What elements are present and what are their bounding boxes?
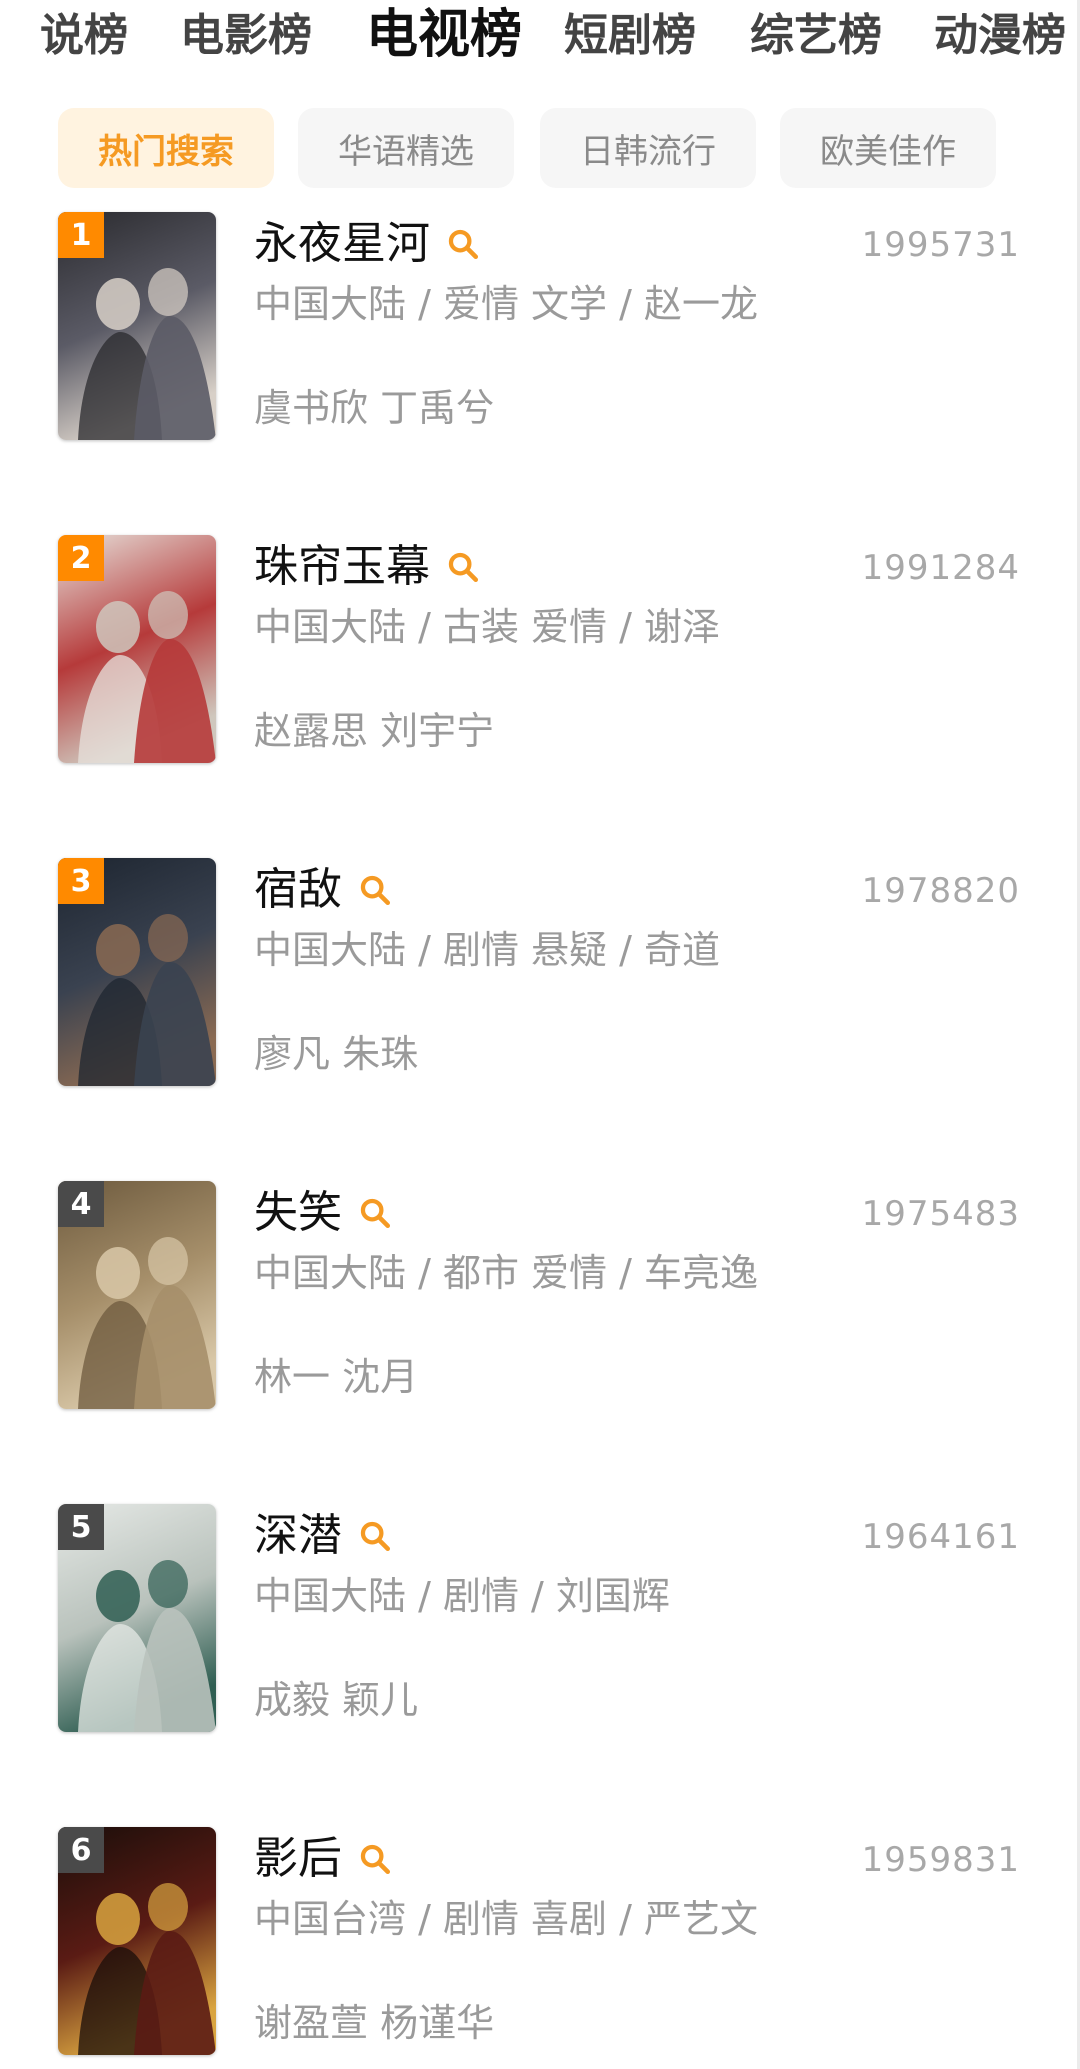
item-title[interactable]: 珠帘玉幕 bbox=[254, 535, 480, 599]
list-item[interactable]: 2 珠帘玉幕 1991284 中国大陆 / 古装 爱情 / 谢泽 赵露思 刘宇宁 bbox=[0, 535, 1080, 765]
filter-chip-2[interactable]: 日韩流行 bbox=[540, 108, 756, 188]
item-cast: 成毅 颖儿 bbox=[254, 1678, 419, 1722]
item-title[interactable]: 影后 bbox=[254, 1827, 392, 1891]
list-item[interactable]: 1 永夜星河 1995731 中国大陆 / 爱情 文学 / 赵一龙 虞书欣 丁禹兮 bbox=[0, 212, 1080, 442]
item-title-text: 宿敌 bbox=[254, 864, 342, 915]
item-meta: 中国台湾 / 剧情 喜剧 / 严艺文 bbox=[254, 1897, 759, 1941]
item-meta: 中国大陆 / 都市 爱情 / 车亮逸 bbox=[254, 1251, 759, 1295]
item-score: 1959831 bbox=[861, 1840, 1020, 1880]
list-item[interactable]: 6 影后 1959831 中国台湾 / 剧情 喜剧 / 严艺文 谢盈萱 杨谨华 bbox=[0, 1827, 1080, 2057]
item-title[interactable]: 永夜星河 bbox=[254, 212, 480, 276]
filter-chip-1[interactable]: 华语精选 bbox=[298, 108, 514, 188]
item-meta: 中国大陆 / 剧情 悬疑 / 奇道 bbox=[254, 928, 721, 972]
item-title[interactable]: 深潜 bbox=[254, 1504, 392, 1568]
filter-chip-3[interactable]: 欧美佳作 bbox=[780, 108, 996, 188]
poster[interactable]: 2 bbox=[58, 535, 216, 763]
tab-2[interactable]: 电视榜 bbox=[366, 0, 522, 70]
item-cast: 虞书欣 丁禹兮 bbox=[254, 386, 495, 430]
rank-badge: 1 bbox=[58, 212, 104, 258]
item-cast: 赵露思 刘宇宁 bbox=[254, 709, 495, 753]
item-meta: 中国大陆 / 剧情 / 刘国辉 bbox=[254, 1574, 670, 1618]
search-icon[interactable] bbox=[358, 1196, 392, 1230]
item-score: 1978820 bbox=[861, 871, 1020, 911]
item-title-text: 深潜 bbox=[254, 1510, 342, 1561]
item-cast: 林一 沈月 bbox=[254, 1355, 419, 1399]
item-title-text: 影后 bbox=[254, 1833, 342, 1884]
item-title-text: 永夜星河 bbox=[254, 218, 430, 269]
poster[interactable]: 4 bbox=[58, 1181, 216, 1409]
tab-0[interactable]: 说榜 bbox=[40, 6, 128, 66]
tab-3[interactable]: 短剧榜 bbox=[564, 6, 696, 66]
poster[interactable]: 6 bbox=[58, 1827, 216, 2055]
item-title[interactable]: 失笑 bbox=[254, 1181, 392, 1245]
item-meta: 中国大陆 / 古装 爱情 / 谢泽 bbox=[254, 605, 721, 649]
item-score: 1991284 bbox=[861, 548, 1020, 588]
rank-badge: 6 bbox=[58, 1827, 104, 1873]
list-item[interactable]: 3 宿敌 1978820 中国大陆 / 剧情 悬疑 / 奇道 廖凡 朱珠 bbox=[0, 858, 1080, 1088]
item-cast: 廖凡 朱珠 bbox=[254, 1032, 419, 1076]
search-icon[interactable] bbox=[358, 1842, 392, 1876]
item-meta: 中国大陆 / 爱情 文学 / 赵一龙 bbox=[254, 282, 759, 326]
item-title-text: 失笑 bbox=[254, 1187, 342, 1238]
search-icon[interactable] bbox=[446, 227, 480, 261]
item-score: 1964161 bbox=[861, 1517, 1020, 1557]
filter-chip-0[interactable]: 热门搜索 bbox=[58, 108, 274, 188]
rank-badge: 2 bbox=[58, 535, 104, 581]
ranking-page: 说榜 电影榜 电视榜 短剧榜 综艺榜 动漫榜 热门搜索 华语精选 日韩流行 欧美佳作 1 永夜星河… bbox=[0, 0, 1080, 2069]
search-icon[interactable] bbox=[358, 873, 392, 907]
tab-5[interactable]: 动漫榜 bbox=[934, 6, 1066, 66]
list-item[interactable]: 4 失笑 1975483 中国大陆 / 都市 爱情 / 车亮逸 林一 沈月 bbox=[0, 1181, 1080, 1411]
category-tabs: 说榜 电影榜 电视榜 短剧榜 综艺榜 动漫榜 bbox=[0, 0, 1080, 78]
list-item[interactable]: 5 深潜 1964161 中国大陆 / 剧情 / 刘国辉 成毅 颖儿 bbox=[0, 1504, 1080, 1734]
tab-1[interactable]: 电影榜 bbox=[180, 6, 312, 66]
rank-badge: 3 bbox=[58, 858, 104, 904]
rank-badge: 4 bbox=[58, 1181, 104, 1227]
item-title-text: 珠帘玉幕 bbox=[254, 541, 430, 592]
item-cast: 谢盈萱 杨谨华 bbox=[254, 2001, 495, 2045]
search-icon[interactable] bbox=[446, 550, 480, 584]
poster[interactable]: 3 bbox=[58, 858, 216, 1086]
item-score: 1995731 bbox=[861, 225, 1020, 265]
poster[interactable]: 5 bbox=[58, 1504, 216, 1732]
rank-badge: 5 bbox=[58, 1504, 104, 1550]
search-icon[interactable] bbox=[358, 1519, 392, 1553]
item-title[interactable]: 宿敌 bbox=[254, 858, 392, 922]
poster[interactable]: 1 bbox=[58, 212, 216, 440]
item-score: 1975483 bbox=[861, 1194, 1020, 1234]
tab-4[interactable]: 综艺榜 bbox=[750, 6, 882, 66]
